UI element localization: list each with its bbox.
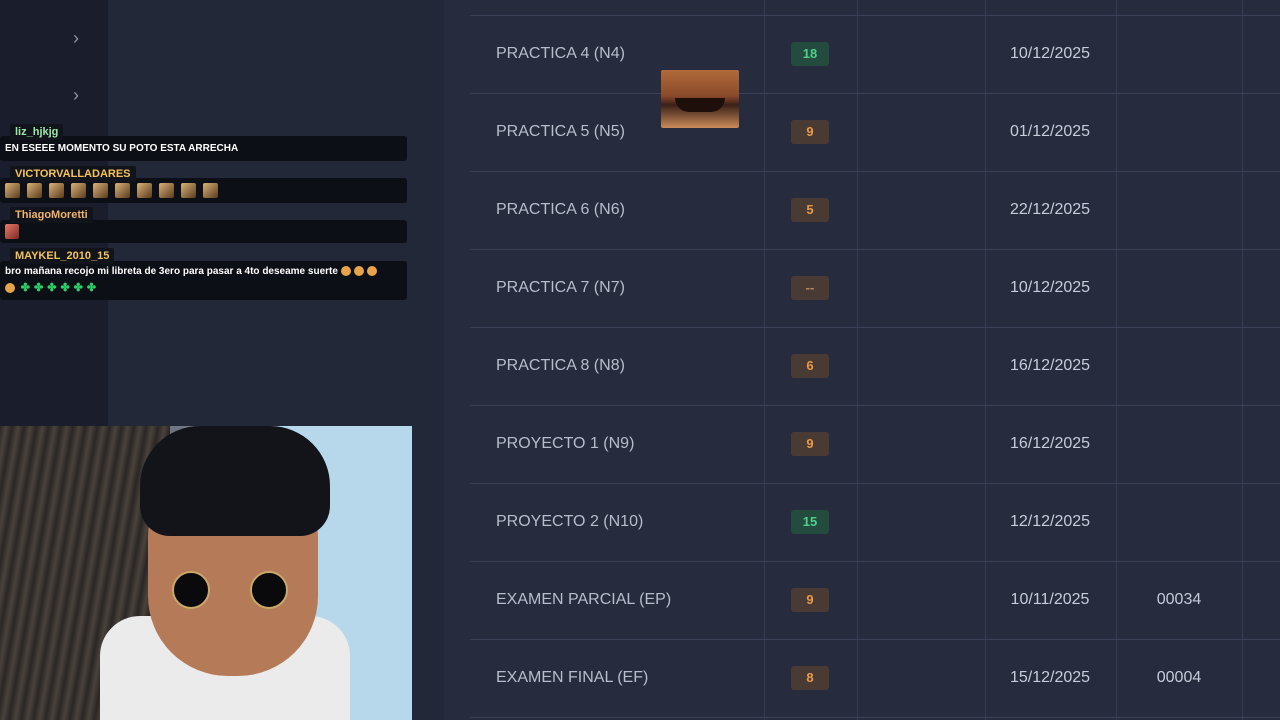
date-cell: 12/12/2025: [1009, 513, 1091, 530]
score-badge: 9: [791, 588, 829, 612]
score-badge: 5: [791, 198, 829, 222]
date-cell: 16/12/2025: [1009, 435, 1091, 452]
table-row[interactable]: PROYECTO 2 (N10) 15 12/12/2025: [470, 483, 1280, 561]
chat-text: EN ESEEE MOMENTO SU POTO ESTA ARRECHA: [5, 143, 239, 154]
assessment-name: PROYECTO 1 (N9): [496, 435, 635, 452]
code-cell: 00034: [1156, 591, 1202, 608]
clover-icon: ✤: [86, 282, 97, 294]
emote-icon: [181, 183, 196, 198]
date-cell: 10/11/2025: [1010, 591, 1090, 608]
code-cell: [1116, 15, 1242, 93]
assessment-name: PRACTICA 7 (N7): [496, 279, 625, 296]
table-row[interactable]: EXAMEN FINAL (EF) 8 15/12/2025 00004: [470, 639, 1280, 717]
score-badge: 15: [791, 510, 829, 534]
date-cell: 10/12/2025: [1009, 45, 1091, 62]
date-cell: 22/12/2025: [1009, 201, 1091, 218]
assessment-name: EXAMEN PARCIAL (EP): [496, 591, 672, 608]
code-cell: [1116, 405, 1242, 483]
chat-username[interactable]: ThiagoMoretti: [10, 207, 93, 223]
table-row[interactable]: PRACTICA 7 (N7) -- 10/12/2025: [470, 249, 1280, 327]
code-cell: 00004: [1156, 669, 1202, 686]
clover-icon: ✤: [20, 282, 30, 294]
worried-face-icon: [340, 266, 351, 277]
emote-icon: [115, 183, 130, 198]
chat-username[interactable]: liz_hjkjg: [10, 124, 64, 140]
clover-icon: ✤: [34, 282, 44, 294]
chat-text: bro mañana recojo mi libreta de 3ero par…: [5, 266, 338, 277]
sunglasses-lens: [172, 571, 210, 609]
worried-face-icon: [5, 283, 15, 294]
emote-icon: [49, 183, 64, 198]
emote-row: [5, 183, 225, 199]
emote-icon: [203, 183, 218, 198]
worried-face-icon: [353, 266, 364, 277]
score-badge: 8: [791, 666, 829, 690]
clover-icon: ✤: [47, 282, 57, 294]
table-row[interactable]: EXAMEN PARCIAL (EP) 9 10/11/2025 00034: [470, 561, 1280, 639]
emote-row: [5, 224, 26, 240]
sunglasses-lens: [250, 571, 288, 609]
emote-icon: [137, 183, 152, 198]
assessment-name: PROYECTO 2 (N10): [496, 513, 644, 530]
assessment-name: EXAMEN FINAL (EF): [496, 669, 649, 686]
code-cell: [1116, 93, 1242, 171]
floating-emote: [661, 70, 739, 128]
assessment-name: PRACTICA 5 (N5): [496, 123, 625, 140]
emoji-row: ✤ ✤ ✤ ✤ ✤ ✤: [5, 280, 100, 297]
worried-face-icon: [366, 266, 377, 277]
date-cell: 01/12/2025: [1009, 123, 1091, 140]
date-cell: 10/12/2025: [1009, 279, 1091, 296]
chat-text-line: bro mañana recojo mi libreta de 3ero par…: [5, 264, 380, 280]
table-row[interactable]: PROYECTO 1 (N9) 9 16/12/2025: [470, 405, 1280, 483]
chat-username[interactable]: MAYKEL_2010_15: [10, 248, 115, 264]
table-row[interactable]: PRACTICA 6 (N6) 5 22/12/2025: [470, 171, 1280, 249]
assessment-name: PRACTICA 8 (N8): [496, 357, 625, 374]
chevron-right-icon[interactable]: ›: [68, 29, 84, 47]
table-row[interactable]: PRACTICA 5 (N5) 9 01/12/2025: [470, 93, 1280, 171]
code-cell: [1116, 483, 1242, 561]
clover-icon: ✤: [60, 282, 70, 294]
date-cell: 16/12/2025: [1009, 357, 1091, 374]
score-badge: 9: [791, 120, 829, 144]
assessment-name: PRACTICA 6 (N6): [496, 201, 625, 218]
assessment-name: PRACTICA 4 (N4): [496, 45, 625, 62]
chat-username[interactable]: VICTORVALLADARES: [10, 166, 136, 182]
webcam-feed: [0, 426, 412, 720]
emote-icon: [5, 224, 19, 239]
table-row[interactable]: PRACTICA 8 (N8) 6 16/12/2025: [470, 327, 1280, 405]
emote-icon: [159, 183, 174, 198]
code-cell: [1116, 327, 1242, 405]
score-badge: --: [791, 276, 829, 300]
score-badge: 18: [791, 42, 829, 66]
emote-icon: [93, 183, 108, 198]
emote-icon: [71, 183, 86, 198]
date-cell: 15/12/2025: [1009, 669, 1091, 686]
emote-icon: [27, 183, 42, 198]
code-cell: [1116, 171, 1242, 249]
score-badge: 9: [791, 432, 829, 456]
code-cell: [1116, 249, 1242, 327]
clover-icon: ✤: [73, 282, 83, 294]
table-row[interactable]: PRACTICA 4 (N4) 18 10/12/2025: [470, 15, 1280, 93]
chevron-right-icon[interactable]: ›: [68, 86, 84, 104]
chat-message: [0, 220, 407, 243]
score-badge: 6: [791, 354, 829, 378]
emote-icon: [5, 183, 20, 198]
row-divider: [470, 717, 1280, 718]
